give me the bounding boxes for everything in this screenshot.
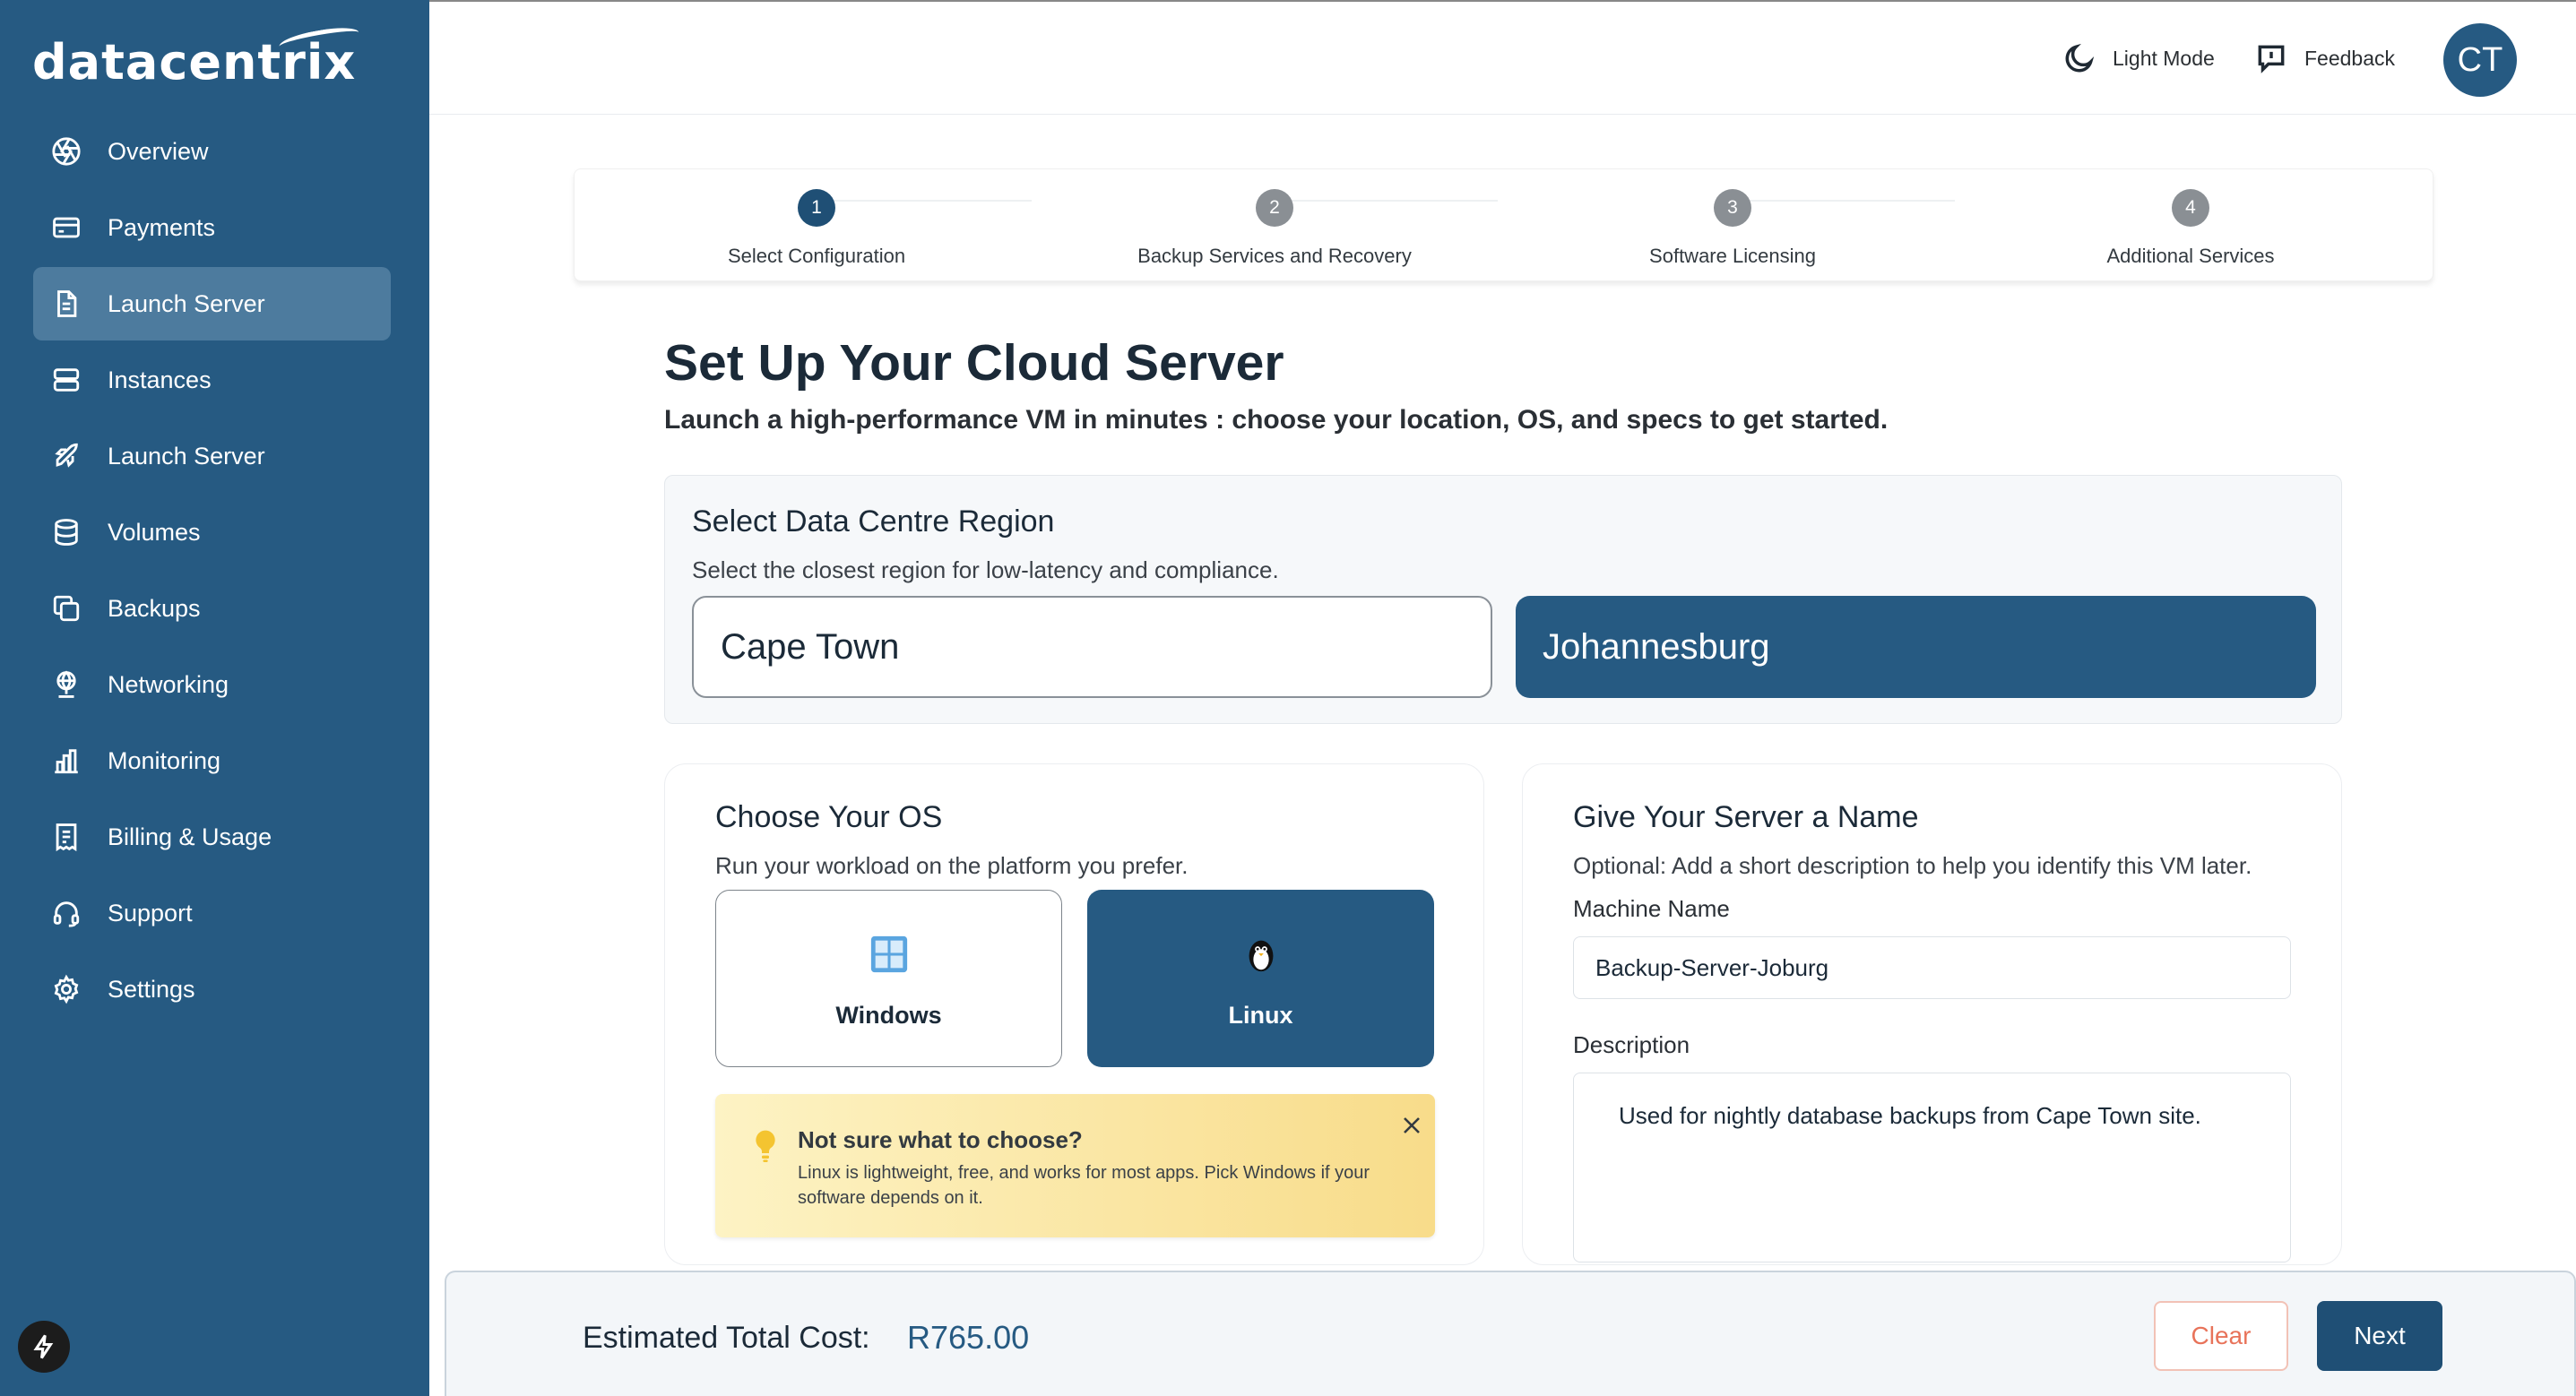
- next-button[interactable]: Next: [2317, 1301, 2442, 1371]
- sidebar-item-monitoring[interactable]: Monitoring: [33, 724, 391, 797]
- database-icon: [48, 514, 84, 550]
- os-label: Windows: [835, 1001, 942, 1029]
- sidebar-item-label: Backups: [108, 594, 201, 622]
- step-label: Backup Services and Recovery: [1137, 245, 1412, 267]
- tip-body: Linux is lightweight, free, and works fo…: [798, 1163, 1370, 1208]
- server-name-card: Give Your Server a Name Optional: Add a …: [1522, 763, 2342, 1265]
- step-number: 1: [798, 189, 835, 227]
- step-select-configuration[interactable]: 1 Select Configuration: [637, 180, 996, 268]
- sidebar-item-label: Billing & Usage: [108, 823, 272, 850]
- step-number: 4: [2172, 189, 2209, 227]
- clear-button[interactable]: Clear: [2154, 1301, 2288, 1371]
- light-mode-label: Light Mode: [2113, 46, 2215, 70]
- quick-action-button[interactable]: [18, 1321, 70, 1373]
- os-label: Linux: [1228, 1001, 1293, 1029]
- step-software-licensing[interactable]: 3 Software Licensing: [1553, 180, 1912, 268]
- light-mode-toggle[interactable]: Light Mode: [2062, 41, 2215, 75]
- sidebar-item-label: Settings: [108, 975, 195, 1003]
- sidebar-item-payments[interactable]: Payments: [33, 191, 391, 264]
- server-name-subtitle: Optional: Add a short description to hel…: [1573, 852, 2252, 879]
- top-bar: Light Mode Feedback CT: [429, 0, 2576, 115]
- sidebar-item-label: Launch Server: [108, 289, 265, 317]
- step-label: Software Licensing: [1649, 245, 1816, 267]
- page-title: Set Up Your Cloud Server: [664, 334, 1284, 392]
- lightning-bolt-icon: [33, 1334, 54, 1359]
- step-label: Select Configuration: [727, 245, 906, 267]
- step-number: 2: [1256, 189, 1293, 227]
- region-subtitle: Select the closest region for low-latenc…: [692, 556, 1279, 583]
- sidebar-item-volumes[interactable]: Volumes: [33, 495, 391, 569]
- copy-icon: [48, 590, 84, 626]
- region-option-cape-town[interactable]: Cape Town: [692, 596, 1492, 698]
- os-option-linux[interactable]: Linux: [1087, 890, 1434, 1067]
- os-tip-banner: Not sure what to choose? Linux is lightw…: [715, 1094, 1435, 1237]
- sidebar-item-settings[interactable]: Settings: [33, 952, 391, 1026]
- server-name-title: Give Your Server a Name: [1573, 800, 1919, 834]
- feedback-label: Feedback: [2304, 46, 2396, 70]
- server-icon: [48, 362, 84, 398]
- sidebar-item-overview[interactable]: Overview: [33, 115, 391, 188]
- sidebar-item-label: Overview: [108, 137, 209, 165]
- avatar[interactable]: CT: [2443, 23, 2517, 97]
- sidebar-item-label: Support: [108, 899, 193, 926]
- linux-penguin-icon: [1249, 940, 1273, 971]
- wizard-stepper: 1 Select Configuration 2 Backup Services…: [574, 168, 2433, 281]
- sidebar-item-billing-usage[interactable]: Billing & Usage: [33, 800, 391, 874]
- machine-name-input[interactable]: [1573, 936, 2291, 999]
- description-textarea[interactable]: Used for nightly database backups from C…: [1573, 1073, 2291, 1262]
- sidebar-item-instances[interactable]: Instances: [33, 343, 391, 417]
- sidebar-item-label: Payments: [108, 213, 216, 241]
- sidebar-item-label: Volumes: [108, 518, 201, 546]
- sidebar-item-label: Networking: [108, 670, 229, 698]
- aperture-icon: [48, 134, 84, 169]
- sidebar-item-launch-server[interactable]: Launch Server: [33, 267, 391, 340]
- step-number: 3: [1714, 189, 1751, 227]
- sidebar-item-support[interactable]: Support: [33, 876, 391, 950]
- tip-close-button[interactable]: [1396, 1110, 1427, 1141]
- brand-logo[interactable]: datacentrix: [32, 23, 361, 90]
- estimated-cost-value: R765.00: [907, 1319, 1030, 1356]
- region-option-johannesburg[interactable]: Johannesburg: [1516, 596, 2316, 698]
- sidebar-item-networking[interactable]: Networking: [33, 648, 391, 721]
- globe-network-icon: [48, 667, 84, 702]
- os-card: Choose Your OS Run your workload on the …: [664, 763, 1484, 1265]
- lightbulb-icon: [756, 1130, 775, 1162]
- sidebar-item-label: Instances: [108, 366, 212, 393]
- windows-icon: [870, 935, 907, 972]
- step-additional-services[interactable]: 4 Additional Services: [2011, 180, 2370, 268]
- receipt-icon: [48, 819, 84, 855]
- bar-chart-icon: [48, 743, 84, 779]
- rocket-icon: [48, 438, 84, 474]
- gear-icon: [48, 971, 84, 1007]
- sidebar-item-backups[interactable]: Backups: [33, 572, 391, 645]
- machine-name-label: Machine Name: [1573, 895, 1730, 922]
- os-option-windows[interactable]: Windows: [715, 890, 1062, 1067]
- sidebar: datacentrix Overview Payments Launch Ser…: [0, 0, 429, 1396]
- headset-icon: [48, 895, 84, 931]
- feedback-button[interactable]: Feedback: [2254, 41, 2395, 75]
- os-subtitle: Run your workload on the platform you pr…: [715, 852, 1189, 879]
- document-icon: [48, 286, 84, 322]
- sidebar-item-launch-server-2[interactable]: Launch Server: [33, 419, 391, 493]
- moon-icon: [2065, 43, 2095, 73]
- sidebar-item-label: Launch Server: [108, 442, 265, 470]
- credit-card-icon: [48, 210, 84, 246]
- tip-title: Not sure what to choose?: [798, 1126, 1083, 1153]
- region-card: Select Data Centre Region Select the clo…: [664, 475, 2342, 724]
- page-subtitle: Launch a high-performance VM in minutes …: [664, 405, 1889, 435]
- cost-summary-bar: Estimated Total Cost: R765.00 Clear Next: [445, 1271, 2576, 1396]
- step-label: Additional Services: [2106, 245, 2275, 267]
- os-title: Choose Your OS: [715, 800, 943, 834]
- step-backup-services[interactable]: 2 Backup Services and Recovery: [1095, 180, 1454, 268]
- sidebar-item-label: Monitoring: [108, 746, 221, 774]
- close-icon: [1404, 1117, 1420, 1133]
- feedback-icon: [2258, 45, 2285, 73]
- region-title: Select Data Centre Region: [692, 504, 1055, 539]
- description-label: Description: [1573, 1031, 1690, 1058]
- estimated-cost-label: Estimated Total Cost:: [583, 1321, 870, 1355]
- sidebar-nav: Overview Payments Launch Server Instance…: [33, 115, 391, 1029]
